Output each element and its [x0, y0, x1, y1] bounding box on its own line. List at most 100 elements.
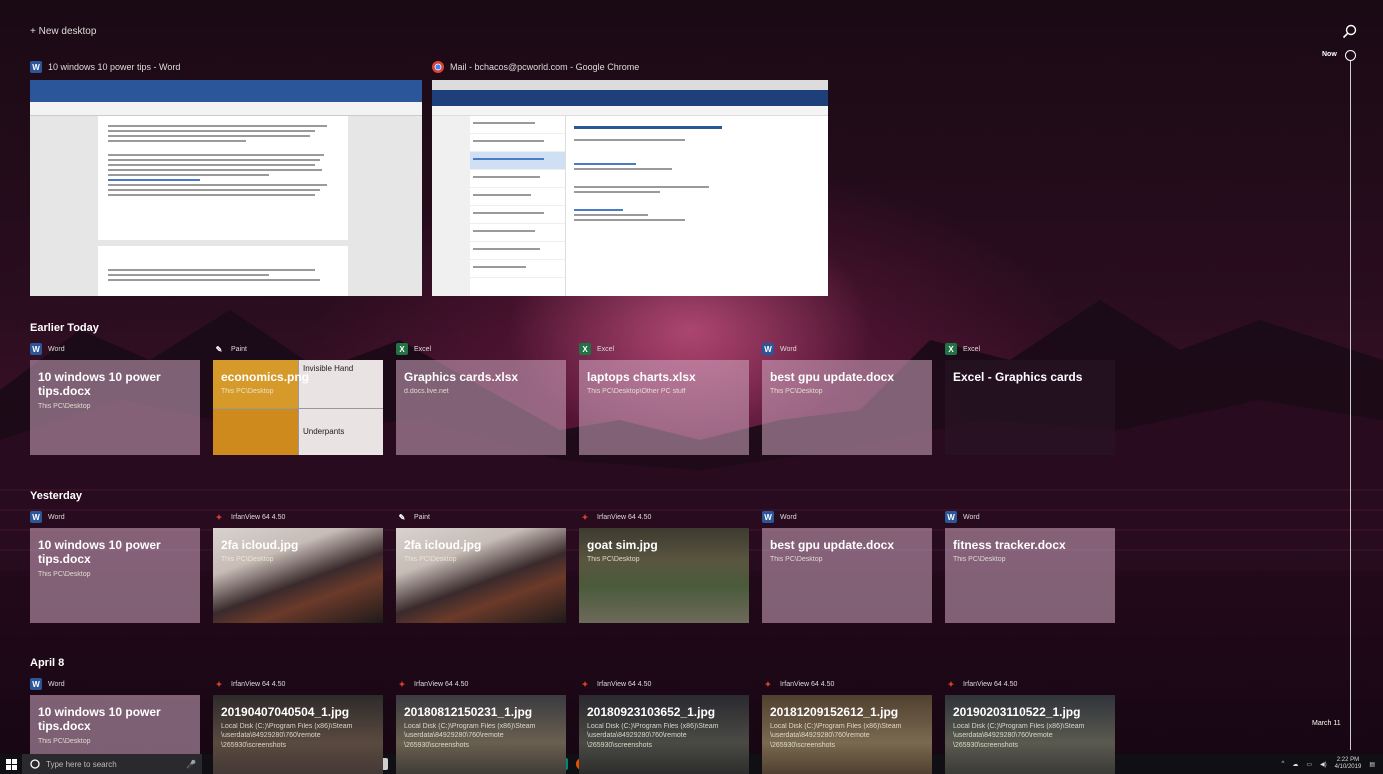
activity-card[interactable]: ✎ Paint Invisible Hand Underpants economi…: [213, 342, 383, 455]
search-icon[interactable]: [1342, 24, 1358, 40]
card-app: IrfanView 64 4.50: [231, 513, 286, 521]
window-title: Mail - bchacos@pcworld.com - Google Chro…: [450, 62, 640, 72]
card-thumbnail[interactable]: 20181209152612_1.jpg Local Disk (C:)\Pro…: [762, 695, 932, 774]
card-title: 10 windows 10 power tips.docx: [38, 705, 161, 734]
card-app: Excel: [963, 345, 981, 353]
card-thumbnail[interactable]: 2fa icloud.jpg This PC\Desktop: [213, 528, 383, 623]
cloud-icon[interactable]: ☁: [1292, 761, 1298, 768]
card-path: This PC\Desktop: [404, 556, 457, 564]
irfanview-icon: ✦: [581, 512, 589, 522]
card-thumbnail[interactable]: goat sim.jpg This PC\Desktop: [579, 528, 749, 623]
word-icon: W: [762, 343, 774, 355]
card-app: Word: [48, 513, 65, 521]
timeline-header: + New desktop: [0, 0, 1383, 60]
mail-window-thumbnail[interactable]: [432, 80, 828, 296]
activity-card[interactable]: ✦ IrfanView 64 4.50 20180812150231_1.jpg …: [396, 677, 566, 774]
microphone-icon[interactable]: 🎤: [186, 760, 196, 769]
image-label: Underpants: [298, 407, 383, 455]
card-thumbnail[interactable]: 20190203110522_1.jpg Local Disk (C:)\Pro…: [945, 695, 1115, 774]
excel-icon: X: [396, 343, 408, 355]
activity-card[interactable]: ✦ IrfanView 64 4.50 2fa icloud.jpg This P…: [213, 510, 383, 623]
reading-pane: [572, 120, 822, 296]
clock[interactable]: 2:22 PM 4/10/2019: [1335, 757, 1362, 771]
activity-card[interactable]: W Word 10 windows 10 power tips.docx This…: [30, 342, 200, 455]
card-thumbnail[interactable]: laptops charts.xlsx This PC\Desktop\Othe…: [579, 360, 749, 455]
card-app: Word: [780, 345, 797, 353]
card-thumbnail[interactable]: 2fa icloud.jpg This PC\Desktop: [396, 528, 566, 623]
card-title: goat sim.jpg: [587, 538, 658, 552]
word-icon: W: [30, 343, 42, 355]
card-app: IrfanView 64 4.50: [414, 680, 469, 688]
word-window-thumbnail[interactable]: [30, 80, 422, 296]
card-title: 2fa icloud.jpg: [404, 538, 482, 552]
activity-card[interactable]: W Word best gpu update.docx This PC\Deskt…: [762, 510, 932, 623]
irfanview-icon: ✦: [764, 679, 772, 689]
card-app: IrfanView 64 4.50: [597, 680, 652, 688]
card-thumbnail[interactable]: 10 windows 10 power tips.docx This PC\De…: [30, 528, 200, 623]
card-app: IrfanView 64 4.50: [780, 680, 835, 688]
activity-card[interactable]: X Excel laptops charts.xlsx This PC\Deskt…: [579, 342, 749, 455]
activity-card[interactable]: ✦ IrfanView 64 4.50 20180923103652_1.jpg …: [579, 677, 749, 774]
card-thumbnail[interactable]: Invisible Hand Underpants economics.png …: [213, 360, 383, 455]
activity-card[interactable]: ✎ Paint 2fa icloud.jpg This PC\Desktop: [396, 510, 566, 623]
notifications-icon[interactable]: ▤: [1369, 761, 1375, 768]
card-thumbnail[interactable]: best gpu update.docx This PC\Desktop: [762, 528, 932, 623]
activity-card[interactable]: ✦ IrfanView 64 4.50 20190203110522_1.jpg …: [945, 677, 1115, 774]
card-title: fitness tracker.docx: [953, 538, 1066, 552]
chrome-icon: [432, 61, 444, 73]
new-desktop-button[interactable]: + New desktop: [30, 26, 96, 37]
card-thumbnail[interactable]: 10 windows 10 power tips.docx This PC\De…: [30, 360, 200, 455]
irfanview-icon: ✦: [215, 679, 223, 689]
timeline-date-label[interactable]: March 11: [1312, 720, 1341, 727]
document-page: [98, 116, 348, 240]
card-thumbnail[interactable]: 20190407040504_1.jpg Local Disk (C:)\Pro…: [213, 695, 383, 774]
chevron-up-icon[interactable]: ^: [1282, 761, 1285, 767]
card-thumbnail[interactable]: Excel - Graphics cards: [945, 360, 1115, 455]
window-word[interactable]: W 10 windows 10 power tips - Word: [30, 60, 422, 296]
word-icon: W: [30, 511, 42, 523]
window-title: 10 windows 10 power tips - Word: [48, 62, 181, 72]
card-thumbnail[interactable]: 20180923103652_1.jpg Local Disk (C:)\Pro…: [579, 695, 749, 774]
excel-icon: X: [579, 343, 591, 355]
card-title: 20180812150231_1.jpg: [404, 705, 533, 719]
card-path: Local Disk (C:)\Program Files (x86)\Stea…: [953, 723, 1085, 749]
card-app: Word: [963, 513, 980, 521]
activity-card[interactable]: W Word fitness tracker.docx This PC\Deskt…: [945, 510, 1115, 623]
activity-card[interactable]: W Word best gpu update.docx This PC\Deskt…: [762, 342, 932, 455]
card-title: Excel - Graphics cards: [953, 370, 1083, 384]
paint-icon: ✎: [215, 344, 223, 354]
card-app: Paint: [414, 513, 430, 521]
card-thumbnail[interactable]: fitness tracker.docx This PC\Desktop: [945, 528, 1115, 623]
card-thumbnail[interactable]: 20180812150231_1.jpg Local Disk (C:)\Pro…: [396, 695, 566, 774]
windows-logo-icon: [5, 758, 17, 770]
card-app: Excel: [414, 345, 432, 353]
window-chrome-mail[interactable]: Mail - bchacos@pcworld.com - Google Chro…: [432, 60, 828, 296]
card-path: d.docs.live.net: [404, 388, 449, 396]
card-app: Paint: [231, 345, 247, 353]
card-title: 20190203110522_1.jpg: [953, 705, 1081, 719]
activity-card[interactable]: ✦ IrfanView 64 4.50 20181209152612_1.jpg …: [762, 677, 932, 774]
card-app: Word: [48, 345, 65, 353]
card-title: economics.png: [221, 370, 310, 384]
card-title: laptops charts.xlsx: [587, 370, 696, 384]
card-path: This PC\Desktop: [587, 556, 640, 564]
card-path: This PC\Desktop: [221, 556, 274, 564]
activity-card[interactable]: ✦ IrfanView 64 4.50 20190407040504_1.jpg …: [213, 677, 383, 774]
card-thumbnail[interactable]: Graphics cards.xlsx d.docs.live.net: [396, 360, 566, 455]
network-icon[interactable]: ▭: [1306, 761, 1312, 768]
timeline-handle[interactable]: [1345, 50, 1356, 61]
card-path: Local Disk (C:)\Program Files (x86)\Stea…: [221, 723, 353, 749]
timeline-scrubber[interactable]: [1350, 60, 1351, 750]
activity-card[interactable]: W Word 10 windows 10 power tips.docx This…: [30, 510, 200, 623]
card-path: This PC\Desktop: [38, 570, 91, 578]
activity-card[interactable]: X Excel Graphics cards.xlsx d.docs.live.n…: [396, 342, 566, 455]
cortana-icon: [30, 759, 40, 769]
paint-icon: ✎: [398, 512, 406, 522]
volume-icon[interactable]: ◀): [1320, 761, 1327, 768]
start-button[interactable]: [0, 754, 22, 774]
card-title: best gpu update.docx: [770, 538, 895, 552]
activity-card[interactable]: X Excel Excel - Graphics cards: [945, 342, 1115, 455]
card-thumbnail[interactable]: best gpu update.docx This PC\Desktop: [762, 360, 932, 455]
taskbar-search[interactable]: Type here to search 🎤: [22, 754, 202, 774]
activity-card[interactable]: ✦ IrfanView 64 4.50 goat sim.jpg This PC\…: [579, 510, 749, 623]
